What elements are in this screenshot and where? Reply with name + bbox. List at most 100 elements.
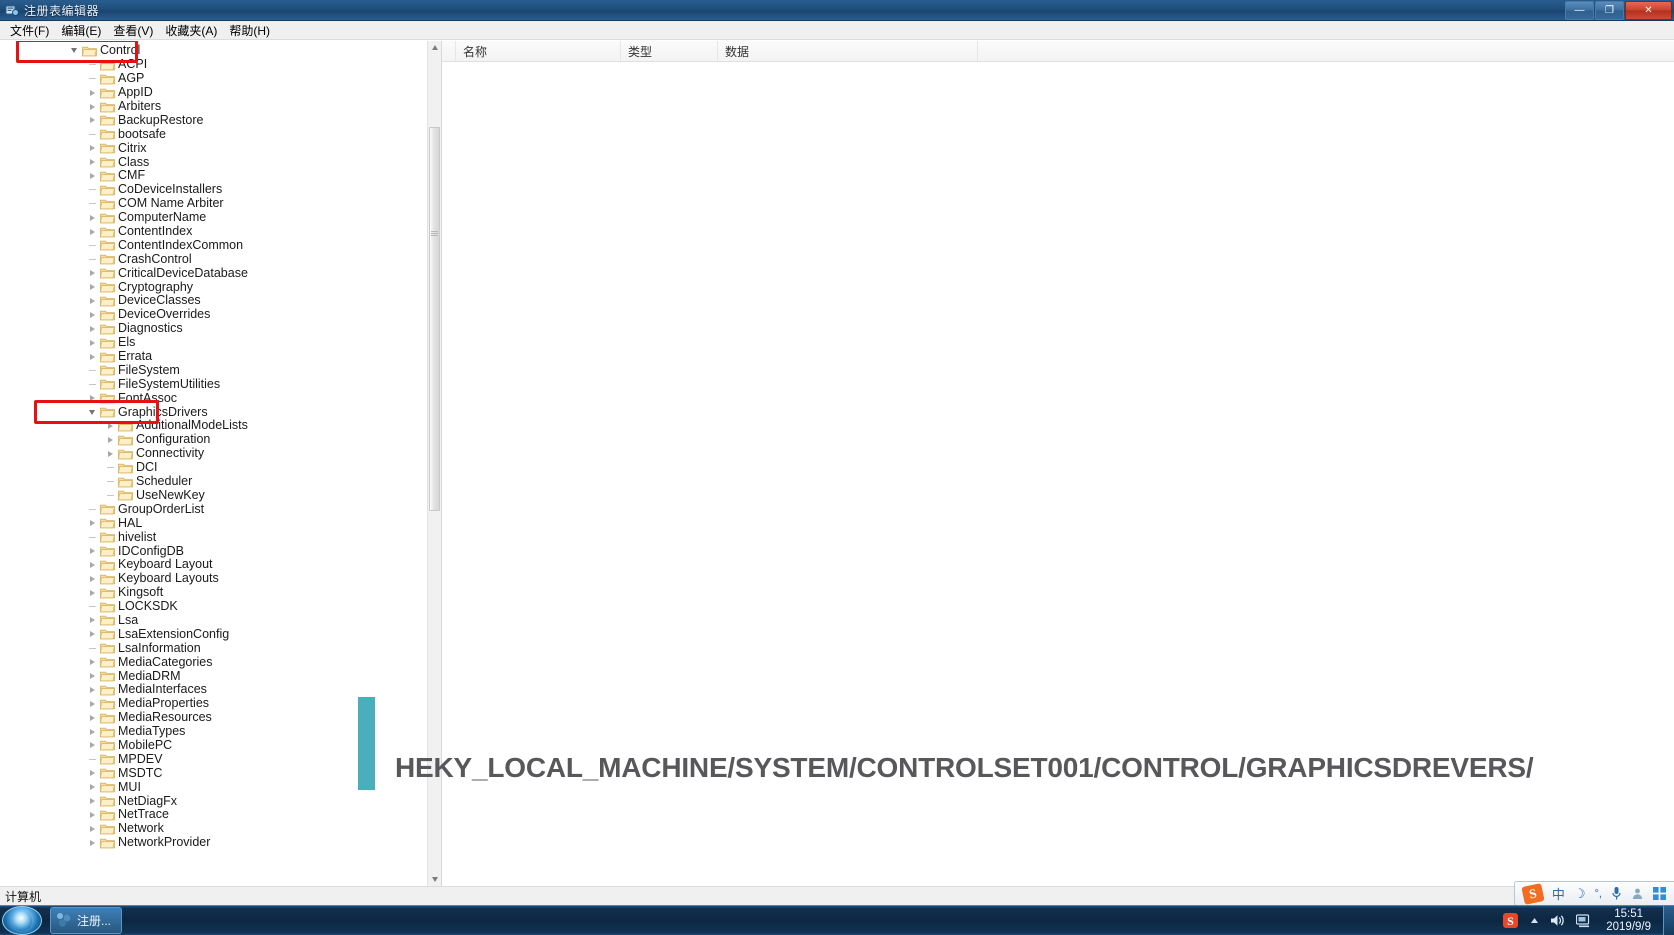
taskbar-item-regedit[interactable]: 注册... <box>50 907 123 934</box>
expand-arrow-icon[interactable] <box>84 169 100 182</box>
expand-arrow-icon[interactable] <box>84 767 100 780</box>
tree-item-lsaextensionconfig[interactable]: LsaExtensionConfig <box>0 627 428 641</box>
tree-vertical-scrollbar[interactable] <box>427 41 441 886</box>
collapse-arrow-icon[interactable] <box>84 406 100 419</box>
start-button[interactable] <box>2 906 42 935</box>
tree-item-acpi[interactable]: ACPI <box>0 58 428 72</box>
chinese-mode-icon[interactable]: 中 <box>1552 884 1565 903</box>
expand-arrow-icon[interactable] <box>84 211 100 224</box>
expand-arrow-icon[interactable] <box>84 683 100 696</box>
toolbox-icon[interactable] <box>1653 887 1666 900</box>
column-header-data[interactable]: 数据 <box>718 41 978 61</box>
tree-item-graphicsdrivers[interactable]: GraphicsDrivers <box>0 405 428 419</box>
tree-item-criticaldevicedatabase[interactable]: CriticalDeviceDatabase <box>0 266 428 280</box>
expand-arrow-icon[interactable] <box>84 628 100 641</box>
tree-item-deviceoverrides[interactable]: DeviceOverrides <box>0 308 428 322</box>
tree-item-codeviceinstallers[interactable]: CoDeviceInstallers <box>0 183 428 197</box>
tree-item-class[interactable]: Class <box>0 155 428 169</box>
expand-arrow-icon[interactable] <box>84 392 100 405</box>
expand-arrow-icon[interactable] <box>84 308 100 321</box>
tree-item-mediainterfaces[interactable]: MediaInterfaces <box>0 683 428 697</box>
tree-item-lsa[interactable]: Lsa <box>0 613 428 628</box>
tree-item-mediaproperties[interactable]: MediaProperties <box>0 697 428 711</box>
tree-item-network[interactable]: Network <box>0 822 428 836</box>
expand-arrow-icon[interactable] <box>102 433 118 446</box>
expand-arrow-icon[interactable] <box>84 808 100 821</box>
tree-item-control[interactable]: Control <box>0 44 428 58</box>
column-header-type[interactable]: 类型 <box>621 41 718 61</box>
expand-arrow-icon[interactable] <box>84 795 100 808</box>
tree-item-locksdk[interactable]: LOCKSDK <box>0 600 428 614</box>
tree-item-els[interactable]: Els <box>0 336 428 350</box>
tree-item-com-name-arbiter[interactable]: COM Name Arbiter <box>0 197 428 211</box>
expand-arrow-icon[interactable] <box>84 558 100 571</box>
expand-arrow-icon[interactable] <box>84 100 100 113</box>
menu-view[interactable]: 查看(V) <box>107 21 159 40</box>
tree-item-contentindex[interactable]: ContentIndex <box>0 225 428 239</box>
tree-item-appid[interactable]: AppID <box>0 86 428 100</box>
tree-item-hal[interactable]: HAL <box>0 516 428 530</box>
tree-item-mobilepc[interactable]: MobilePC <box>0 738 428 753</box>
expand-arrow-icon[interactable] <box>102 447 118 460</box>
expand-arrow-icon[interactable] <box>84 670 100 683</box>
tree-item-arbiters[interactable]: Arbiters <box>0 100 428 114</box>
show-hidden-icons-button[interactable] <box>1529 915 1540 926</box>
expand-arrow-icon[interactable] <box>84 114 100 127</box>
user-icon[interactable] <box>1631 887 1644 900</box>
menu-edit[interactable]: 编辑(E) <box>55 21 107 40</box>
tree-item-cmf[interactable]: CMF <box>0 169 428 183</box>
tree-item-additionalmodelists[interactable]: AdditionalModeLists <box>0 419 428 433</box>
scroll-down-button[interactable] <box>428 873 441 886</box>
volume-icon[interactable] <box>1550 913 1566 928</box>
scrollbar-thumb[interactable] <box>429 127 440 511</box>
expand-arrow-icon[interactable] <box>84 267 100 280</box>
expand-arrow-icon[interactable] <box>84 711 100 724</box>
expand-arrow-icon[interactable] <box>84 545 100 558</box>
expand-arrow-icon[interactable] <box>84 586 100 599</box>
tree-item-kingsoft[interactable]: Kingsoft <box>0 586 428 600</box>
expand-arrow-icon[interactable] <box>84 822 100 835</box>
expand-arrow-icon[interactable] <box>84 656 100 669</box>
tree-item-mediaresources[interactable]: MediaResources <box>0 711 428 725</box>
tree-item-fontassoc[interactable]: FontAssoc <box>0 391 428 405</box>
expand-arrow-icon[interactable] <box>84 86 100 99</box>
expand-arrow-icon[interactable] <box>84 281 100 294</box>
expand-arrow-icon[interactable] <box>102 419 118 432</box>
tree-item-backuprestore[interactable]: BackupRestore <box>0 113 428 127</box>
expand-arrow-icon[interactable] <box>84 572 100 585</box>
column-header-name[interactable]: 名称 <box>456 41 621 61</box>
tree-item-deviceclasses[interactable]: DeviceClasses <box>0 294 428 308</box>
menu-file[interactable]: 文件(F) <box>4 21 55 40</box>
expand-arrow-icon[interactable] <box>84 225 100 238</box>
tree-item-agp[interactable]: AGP <box>0 72 428 86</box>
registry-values-list[interactable] <box>442 62 1674 886</box>
expand-arrow-icon[interactable] <box>84 336 100 349</box>
tree-item-connectivity[interactable]: Connectivity <box>0 447 428 461</box>
tree-item-keyboard-layouts[interactable]: Keyboard Layouts <box>0 572 428 586</box>
tree-item-grouporderlist[interactable]: GroupOrderList <box>0 502 428 516</box>
expand-arrow-icon[interactable] <box>84 322 100 335</box>
sogou-tray-icon[interactable]: S <box>1502 912 1519 929</box>
tree-item-citrix[interactable]: Citrix <box>0 141 428 155</box>
tree-item-diagnostics[interactable]: Diagnostics <box>0 322 428 336</box>
show-desktop-button[interactable] <box>1663 906 1674 935</box>
expand-arrow-icon[interactable] <box>84 294 100 307</box>
tree-item-mediacategories[interactable]: MediaCategories <box>0 655 428 669</box>
menu-favorites[interactable]: 收藏夹(A) <box>159 21 223 40</box>
tree-item-lsainformation[interactable]: LsaInformation <box>0 641 428 655</box>
collapse-arrow-icon[interactable] <box>66 44 82 57</box>
expand-arrow-icon[interactable] <box>84 697 100 710</box>
column-header-spacer[interactable] <box>442 41 456 61</box>
punctuation-icon[interactable]: °, <box>1595 888 1602 900</box>
tree-item-mediadrm[interactable]: MediaDRM <box>0 669 428 683</box>
tree-item-filesystem[interactable]: FileSystem <box>0 363 428 377</box>
tree-item-usenewkey[interactable]: UseNewKey <box>0 488 428 503</box>
microphone-icon[interactable] <box>1611 886 1622 901</box>
expand-arrow-icon[interactable] <box>84 614 100 627</box>
expand-arrow-icon[interactable] <box>84 836 100 849</box>
sogou-logo-icon[interactable]: S <box>1521 882 1545 905</box>
tree-item-mediatypes[interactable]: MediaTypes <box>0 725 428 739</box>
tree-item-configuration[interactable]: Configuration <box>0 433 428 447</box>
tree-item-cryptography[interactable]: Cryptography <box>0 280 428 294</box>
tree-item-computername[interactable]: ComputerName <box>0 211 428 225</box>
